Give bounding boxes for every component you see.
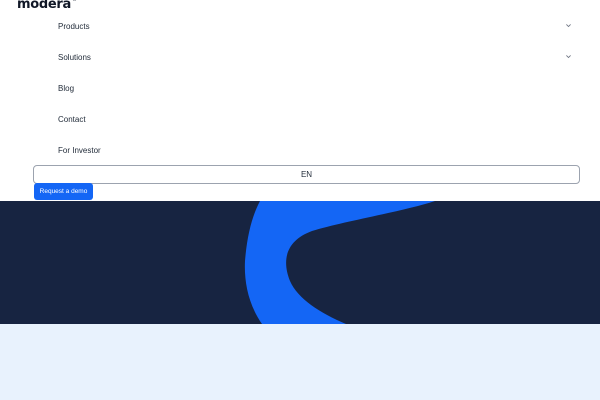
nav-item-products[interactable]: Products (58, 16, 578, 36)
language-select-value: EN (300, 170, 313, 179)
language-select[interactable]: EN (33, 165, 580, 184)
nav-item-solutions[interactable]: Solutions (58, 47, 578, 67)
brand-name: modera (17, 0, 71, 12)
brand-mark: ® (71, 0, 77, 3)
nav-item-label: Blog (58, 83, 75, 93)
lower-section (0, 324, 600, 400)
brand-logo[interactable]: modera® (17, 0, 77, 12)
chevron-down-icon (566, 24, 571, 28)
nav-item-for-investor[interactable]: For Investor (58, 140, 578, 160)
nav-item-contact[interactable]: Contact (58, 109, 578, 129)
hero-swoosh-graphic (244, 201, 435, 324)
request-demo-button[interactable]: Request a demo (34, 183, 93, 200)
chevron-down-icon (566, 55, 571, 59)
request-demo-label: Request a demo (39, 188, 88, 195)
nav-item-label: Contact (58, 114, 86, 124)
nav-item-label: Products (58, 21, 90, 31)
nav-item-label: For Investor (58, 145, 101, 155)
nav-item-label: Solutions (58, 52, 91, 62)
hero-banner (0, 201, 600, 324)
nav-item-blog[interactable]: Blog (58, 78, 578, 98)
